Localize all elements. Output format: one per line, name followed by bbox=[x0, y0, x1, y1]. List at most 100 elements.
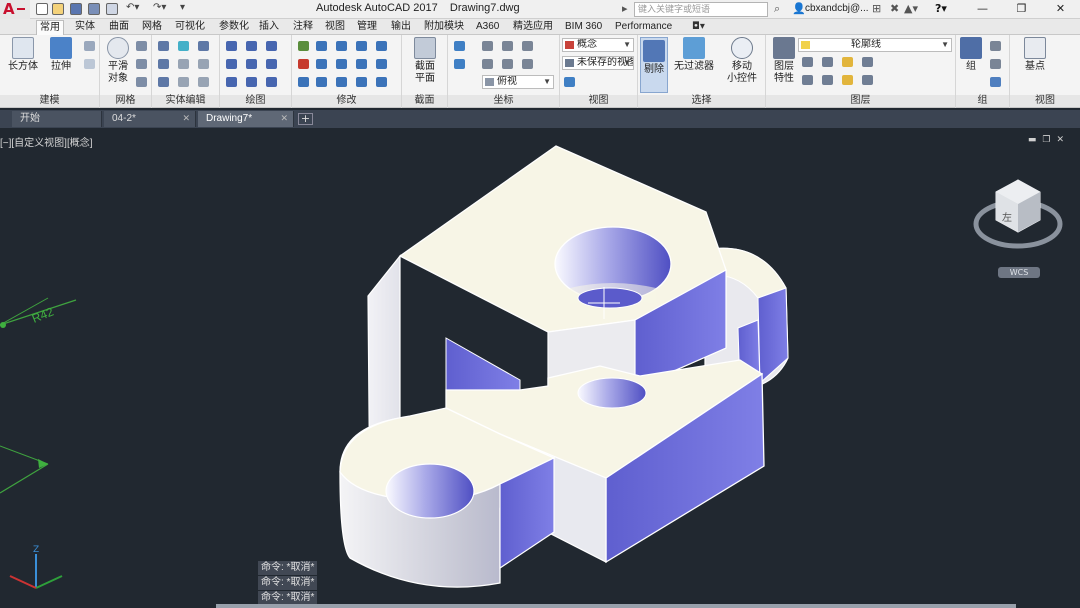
ribbon-toggle-icon[interactable]: ◘▾ bbox=[692, 21, 705, 32]
viewport-close-icon[interactable]: ✕ bbox=[1056, 135, 1064, 145]
extract-edges-icon[interactable] bbox=[198, 59, 209, 69]
mesh-smooth-more-icon[interactable] bbox=[136, 41, 147, 51]
tab-view[interactable]: 视图 bbox=[322, 20, 348, 35]
subtract-icon[interactable] bbox=[158, 59, 169, 69]
panel-section-title[interactable]: 截面 bbox=[402, 95, 447, 107]
culling-button[interactable]: 剔除 bbox=[640, 37, 668, 93]
offset-icon[interactable] bbox=[298, 77, 309, 87]
spline-icon[interactable] bbox=[226, 59, 237, 69]
smooth-object-button[interactable]: 平滑 对象 bbox=[102, 37, 134, 85]
layer-walk-icon[interactable] bbox=[862, 75, 873, 85]
stretch-icon[interactable] bbox=[356, 59, 367, 69]
polysolid-icon[interactable] bbox=[84, 41, 95, 51]
break-icon[interactable] bbox=[356, 77, 367, 87]
mesh-smooth-less-icon[interactable] bbox=[136, 59, 147, 69]
ellipse-icon[interactable] bbox=[266, 77, 277, 87]
copy-icon[interactable] bbox=[316, 41, 327, 51]
presspull-icon[interactable] bbox=[84, 59, 95, 69]
save-icon[interactable] bbox=[70, 3, 82, 15]
array-icon[interactable] bbox=[376, 41, 387, 51]
viewport-config-icon[interactable] bbox=[564, 77, 575, 87]
tab-home[interactable]: 常用 bbox=[36, 20, 64, 35]
layer-freeze-icon[interactable] bbox=[842, 57, 853, 67]
layer-lock-icon[interactable] bbox=[862, 57, 873, 67]
panel-modeling-title[interactable]: 建模 bbox=[0, 95, 99, 107]
tab-bim360[interactable]: BIM 360 bbox=[562, 20, 605, 35]
intersect-icon[interactable] bbox=[158, 77, 169, 87]
base-point-button[interactable]: 基点 bbox=[1016, 37, 1054, 73]
tab-performance[interactable]: Performance bbox=[612, 20, 675, 35]
cart-icon[interactable]: ⊞ bbox=[872, 3, 881, 15]
ucs-z-icon[interactable] bbox=[522, 59, 533, 69]
viewcube[interactable]: 左 bbox=[973, 179, 1063, 249]
new-file-icon[interactable] bbox=[36, 3, 48, 15]
tab-annotate[interactable]: 注释 bbox=[290, 20, 316, 35]
redo-icon[interactable]: ↷▾ bbox=[153, 2, 166, 13]
chamfer-icon[interactable] bbox=[376, 77, 387, 87]
mesh-refine-icon[interactable] bbox=[136, 77, 147, 87]
tab-featured[interactable]: 精选应用 bbox=[510, 20, 556, 35]
mirror-icon[interactable] bbox=[316, 59, 327, 69]
user-icon[interactable]: 👤 bbox=[792, 3, 806, 15]
ungroup-icon[interactable] bbox=[990, 41, 1001, 51]
drawing-viewport[interactable]: R42 左 Z [−][自定义视图][概念] ▬ ❐ ✕ WCS 命令: *取消… bbox=[0, 128, 1080, 608]
file-tab-start[interactable]: 开始 bbox=[12, 111, 102, 127]
layer-match-icon[interactable] bbox=[822, 75, 833, 85]
line-icon[interactable] bbox=[226, 41, 237, 51]
rotate-icon[interactable] bbox=[356, 41, 367, 51]
panel-mesh-title[interactable]: 网格 bbox=[100, 95, 151, 107]
separate-icon[interactable] bbox=[198, 77, 209, 87]
scale-icon[interactable] bbox=[336, 59, 347, 69]
tab-manage[interactable]: 管理 bbox=[354, 20, 380, 35]
file-tab-drawing7[interactable]: Drawing7* ✕ bbox=[198, 111, 294, 127]
stay-connected-icon[interactable]: ▲▾ bbox=[904, 3, 918, 15]
box-button[interactable]: 长方体 bbox=[6, 37, 40, 73]
polygon-icon[interactable] bbox=[226, 77, 237, 87]
ucs-x-icon[interactable] bbox=[482, 59, 493, 69]
tab-a360[interactable]: A360 bbox=[473, 20, 502, 35]
new-tab-button[interactable]: + bbox=[298, 113, 313, 125]
move-gizmo-button[interactable]: 移动 小控件 bbox=[722, 37, 762, 85]
move-icon[interactable] bbox=[336, 41, 347, 51]
ucs-y-icon[interactable] bbox=[502, 59, 513, 69]
slice-icon[interactable] bbox=[178, 41, 189, 51]
ucs-origin-icon[interactable] bbox=[454, 59, 465, 69]
tab-mesh[interactable]: 网格 bbox=[139, 20, 165, 35]
named-view-dropdown[interactable]: 未保存的视图 ▼ bbox=[562, 56, 634, 70]
thicken-icon[interactable] bbox=[178, 77, 189, 87]
layer-isolate-icon[interactable] bbox=[822, 57, 833, 67]
coord-view-dropdown[interactable]: 俯视 ▼ bbox=[482, 75, 554, 89]
trim-icon[interactable] bbox=[298, 41, 309, 51]
ucs-face-icon[interactable] bbox=[522, 41, 533, 51]
command-input-bar[interactable] bbox=[216, 604, 1016, 608]
layer-make-current-icon[interactable] bbox=[802, 75, 813, 85]
rectangle-icon[interactable] bbox=[246, 77, 257, 87]
panel-selection-title[interactable]: 选择 bbox=[638, 95, 765, 107]
exchange-icon[interactable]: ✖ bbox=[890, 3, 899, 15]
customize-toolbar-icon[interactable]: ▾ bbox=[180, 2, 185, 13]
close-tab-icon[interactable]: ✕ bbox=[280, 111, 288, 126]
tab-surface[interactable]: 曲面 bbox=[106, 20, 132, 35]
model-canvas[interactable]: R42 左 Z bbox=[0, 128, 1080, 608]
construction-line-icon[interactable] bbox=[246, 59, 257, 69]
app-menu-button[interactable]: A bbox=[0, 0, 30, 19]
ucs-previous-icon[interactable] bbox=[502, 41, 513, 51]
search-input[interactable]: 键入关键字或短语 bbox=[634, 2, 768, 17]
panel-solid-editing-title[interactable]: 实体编辑 bbox=[152, 95, 219, 107]
tab-output[interactable]: 输出 bbox=[388, 20, 414, 35]
panel-modify-title[interactable]: 修改 bbox=[292, 95, 401, 107]
circle-icon[interactable] bbox=[266, 59, 277, 69]
arc-icon[interactable] bbox=[266, 41, 277, 51]
open-file-icon[interactable] bbox=[52, 3, 64, 15]
viewport-restore-icon[interactable]: ❐ bbox=[1042, 135, 1050, 145]
user-name[interactable]: cbxandcbj@... bbox=[805, 3, 869, 14]
panel-layers-title[interactable]: 图层 bbox=[766, 95, 955, 107]
viewport-controls-label[interactable]: [−][自定义视图][概念] bbox=[0, 134, 93, 149]
binoculars-icon[interactable]: ⌕ bbox=[774, 3, 780, 15]
tab-solid[interactable]: 实体 bbox=[72, 20, 98, 35]
copy-faces-icon[interactable] bbox=[198, 41, 209, 51]
group-select-icon[interactable] bbox=[990, 77, 1001, 87]
interfere-icon[interactable] bbox=[178, 59, 189, 69]
visual-style-dropdown[interactable]: 概念 ▼ bbox=[562, 38, 634, 52]
3d-model[interactable] bbox=[339, 145, 789, 588]
